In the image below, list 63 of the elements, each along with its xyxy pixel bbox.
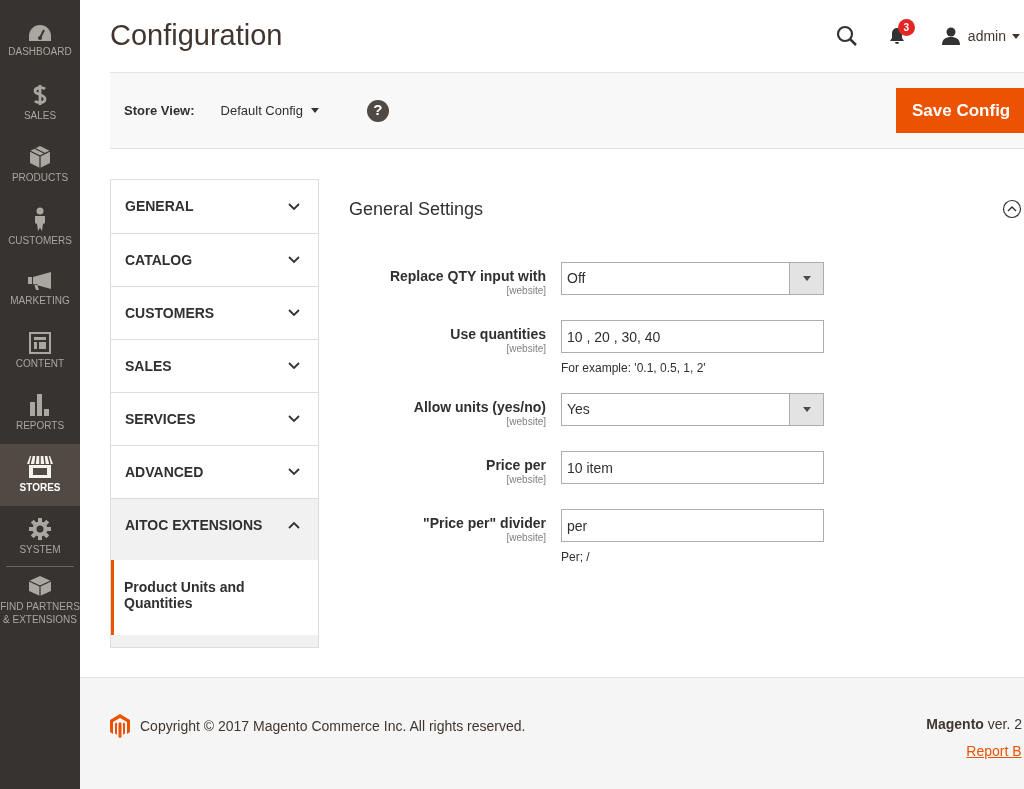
chevron-icon [288, 521, 300, 529]
help-button[interactable]: ? [366, 99, 389, 122]
sidebar-item[interactable]: STORES [0, 444, 80, 506]
text-field[interactable]: 10 item [561, 451, 824, 484]
sidebar-item[interactable]: CONTENT [0, 320, 80, 382]
field-label: "Price per" divider [423, 515, 546, 532]
field-label: Use quantities [450, 326, 546, 343]
copyright-text: Copyright © 2017 Magento Commerce Inc. All rights reserved. [140, 717, 527, 736]
sidebar-item[interactable]: FIND PARTNERS & EXTENSIONS [0, 569, 80, 631]
sidebar-item[interactable]: CUSTOMERS [0, 196, 80, 258]
bar-chart-icon [30, 394, 50, 416]
layout-icon [29, 332, 51, 354]
sidebar-item[interactable]: PRODUCTS [0, 134, 80, 196]
chevron-icon [288, 362, 300, 370]
search-icon[interactable] [835, 25, 858, 47]
sidebar-item[interactable]: SALES [0, 72, 80, 134]
field-label: Replace QTY input with [389, 268, 546, 285]
scope-label: [website] [506, 343, 546, 355]
text-field[interactable]: per [561, 509, 824, 542]
store-view-dropdown[interactable]: Default Config [220, 100, 319, 121]
sidebar-item[interactable]: SYSTEM [0, 506, 80, 568]
store-view-label: Store View: [124, 101, 195, 120]
caret-icon [802, 276, 811, 281]
version-text: Magento ver. 2 [926, 715, 1022, 734]
section-title[interactable]: General Settings [349, 195, 1002, 223]
select-field[interactable]: Off [561, 262, 824, 295]
dollar-icon [33, 84, 47, 106]
storefront-icon [27, 456, 53, 478]
megaphone-icon [28, 271, 52, 291]
box-icon [30, 146, 50, 168]
chevron-icon [288, 256, 300, 264]
scope-label: [website] [506, 474, 546, 486]
bell-icon[interactable] [887, 27, 906, 45]
field-note: For example: '0.1, 0.5, 1, 2' [561, 360, 707, 377]
caret-icon[interactable] [1012, 33, 1020, 39]
select-field[interactable]: Yes [561, 393, 824, 426]
chevron-icon [288, 202, 300, 211]
field-label: Price per [486, 457, 546, 474]
chevron-icon [288, 309, 300, 317]
field-note: Per; / [561, 549, 591, 566]
sidebar-item[interactable]: REPORTS [0, 382, 80, 444]
text-field[interactable]: 10 , 20 , 30, 40 [561, 320, 824, 353]
user-menu[interactable]: admin [967, 25, 1006, 47]
sidebar-item[interactable]: MARKETING [0, 258, 80, 320]
field-label: Allow units (yes/no) [413, 399, 546, 416]
scope-label: [website] [506, 416, 546, 428]
chevron-icon [288, 415, 300, 423]
user-icon [941, 27, 960, 45]
notification-count: 3 [897, 19, 915, 36]
scope-label: [website] [506, 285, 546, 297]
person-icon [34, 207, 46, 231]
caret-icon [802, 407, 811, 412]
page-title: Configuration [110, 18, 284, 54]
config-tab[interactable]: AITOC EXTENSIONS [111, 498, 318, 551]
caret-icon [310, 108, 319, 113]
sidebar-item[interactable]: DASHBOARD [0, 10, 80, 72]
gear-icon [29, 518, 51, 540]
chevron-icon [288, 468, 300, 476]
scope-label: [website] [506, 532, 546, 544]
config-subtab[interactable]: Product Units and Quantities [111, 560, 318, 635]
save-config-button[interactable]: Save Config [896, 88, 1024, 133]
gauge-icon [28, 24, 52, 42]
collapse-icon[interactable] [1002, 199, 1022, 219]
